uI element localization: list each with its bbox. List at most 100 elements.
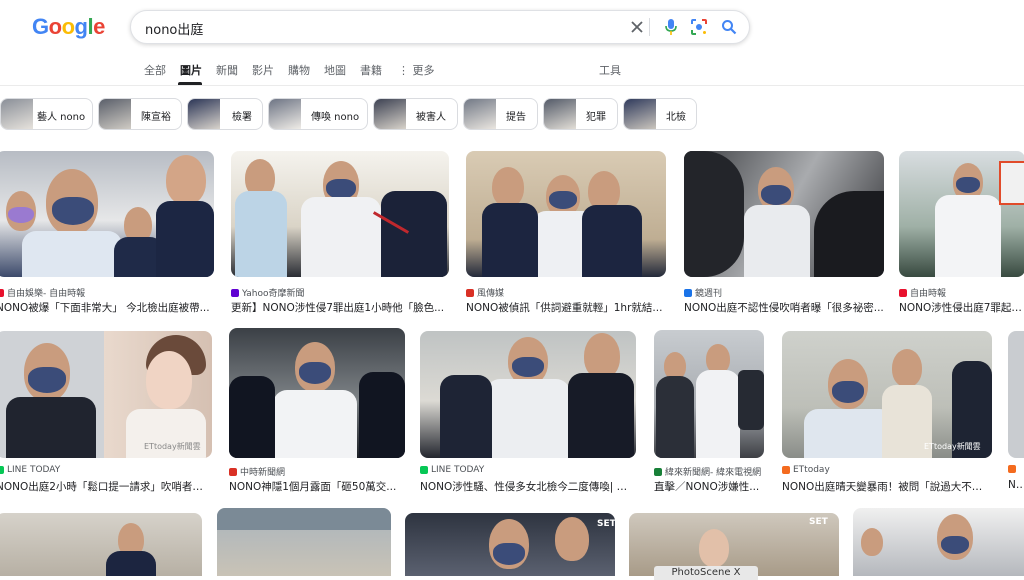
image-result[interactable]: ETtoday新聞雲 ETtoday NONO出庭晴天變暴雨！被問「說過大不大.… — [782, 331, 992, 496]
chip-sue[interactable]: 提告 — [463, 98, 538, 130]
result-source[interactable]: 自由時報 — [899, 286, 946, 299]
result-thumbnail[interactable] — [1008, 331, 1024, 458]
result-title[interactable]: NONO出庭不認性侵吹哨者曝「很多祕密... — [684, 300, 884, 315]
result-source[interactable]: LINE TODAY — [420, 465, 484, 475]
logo-letter: e — [93, 14, 105, 39]
image-result[interactable]: Yahoo奇摩新聞 更新】NONO涉性侵7罪出庭1小時他「臉色... — [231, 151, 449, 316]
result-title[interactable]: NONO出庭晴天變暴雨！被問「說過大不大... — [782, 479, 992, 494]
result-source[interactable]: Yahoo奇摩新聞 — [231, 286, 305, 299]
result-source[interactable]: ETtoday — [782, 465, 830, 475]
image-result[interactable]: LINE TODAY NONO涉性騷、性侵多女北檢今二度傳喚| 華... — [420, 331, 636, 496]
image-result[interactable]: 中時新聞網 NONO神隱1個月露面「砸50萬交... — [229, 328, 405, 496]
result-title[interactable]: NONO神隱1個月露面「砸50萬交... — [229, 479, 405, 494]
result-title[interactable]: NONO被偵訊「供詞避重就輕」1hr就結... — [466, 300, 666, 315]
image-result[interactable]: 鏡週刊 NONO出庭不認性侵吹哨者曝「很多祕密... — [684, 151, 884, 316]
camera-lens-icon[interactable] — [689, 17, 709, 37]
tab-books[interactable]: 書籍 — [360, 62, 382, 78]
chip-thumbnail — [188, 99, 220, 129]
result-title[interactable]: NONO... — [1008, 479, 1024, 491]
image-result[interactable] — [217, 508, 391, 576]
chip-thumbnail — [269, 99, 301, 129]
search-box[interactable]: nono出庭 — [130, 10, 750, 44]
result-thumbnail[interactable] — [654, 330, 764, 458]
result-source[interactable]: 風傳媒 — [466, 286, 504, 299]
result-title[interactable]: NONO涉性騷、性侵多女北檢今二度傳喚| 華... — [420, 479, 636, 494]
result-source[interactable] — [1008, 465, 1016, 473]
source-label: 自由時報 — [910, 289, 947, 299]
result-thumbnail[interactable] — [684, 151, 884, 277]
result-thumbnail[interactable]: SET — [405, 513, 615, 576]
image-result[interactable]: SET — [405, 513, 615, 576]
tools-button[interactable]: 工具 — [599, 62, 621, 78]
chip-label: 傳喚 nono — [311, 112, 360, 123]
source-label: 緯來新聞網- 緯來電視網 — [665, 468, 762, 478]
chip-label: 北檢 — [666, 112, 686, 123]
search-input[interactable]: nono出庭 — [145, 19, 203, 38]
source-favicon — [782, 466, 790, 474]
chip-chen-xuanyu[interactable]: 陳宣裕 — [98, 98, 182, 130]
result-thumbnail[interactable] — [0, 513, 202, 576]
chip-label: 犯罪 — [586, 112, 606, 123]
watermark: ETtoday新聞雲 — [144, 442, 201, 451]
tab-maps[interactable]: 地圖 — [324, 62, 346, 78]
logo-letter: o — [48, 14, 62, 39]
image-result[interactable] — [853, 508, 1024, 576]
source-label: LINE TODAY — [7, 465, 61, 475]
result-title[interactable]: 更新】NONO涉性侵7罪出庭1小時他「臉色... — [231, 300, 449, 315]
chip-artist-nono[interactable]: 藝人 nono — [0, 98, 93, 130]
chip-thumbnail — [464, 99, 496, 129]
chip-taipei-prosecutors[interactable]: 北檢 — [623, 98, 697, 130]
result-source[interactable]: LINE TODAY — [0, 465, 60, 475]
source-label: 鏡週刊 — [695, 289, 723, 299]
tab-videos[interactable]: 影片 — [252, 62, 274, 78]
result-thumbnail[interactable] — [466, 151, 666, 277]
result-thumbnail[interactable] — [899, 151, 1024, 277]
chip-crime[interactable]: 犯罪 — [543, 98, 618, 130]
result-thumbnail[interactable]: ETtoday新聞雲 — [0, 331, 212, 458]
close-icon[interactable] — [627, 17, 647, 37]
chip-summon-nono[interactable]: 傳喚 nono — [268, 98, 368, 130]
source-favicon — [654, 467, 662, 476]
image-result[interactable]: ETtoday新聞雲 LINE TODAY NONO出庭2小時「鬆口提一請求」吹… — [0, 331, 212, 496]
microphone-icon[interactable] — [661, 17, 681, 37]
result-title[interactable]: 直擊／NONO涉嫌性... — [654, 479, 764, 494]
result-source[interactable]: 自由娛樂- 自由時報 — [0, 286, 85, 299]
result-source[interactable]: 緯來新聞網- 緯來電視網 — [654, 465, 761, 478]
result-thumbnail[interactable] — [231, 151, 449, 277]
image-result[interactable]: 自由娛樂- 自由時報 NONO被爆「下面非常大」 今北檢出庭被帶... — [0, 151, 214, 316]
logo-letter: g — [74, 14, 88, 39]
result-thumbnail[interactable] — [420, 331, 636, 458]
result-source[interactable]: 鏡週刊 — [684, 286, 722, 299]
image-result[interactable]: 風傳媒 NONO被偵訊「供詞避重就輕」1hr就結... — [466, 151, 666, 316]
image-result[interactable] — [0, 513, 202, 576]
result-thumbnail[interactable] — [853, 508, 1024, 576]
tab-more[interactable]: ⋮ 更多 — [398, 62, 435, 78]
result-thumbnail[interactable] — [0, 151, 214, 277]
photoscene-overlay[interactable]: PhotoScene X — [654, 566, 758, 580]
tab-shopping[interactable]: 購物 — [288, 62, 310, 78]
source-favicon — [684, 288, 692, 297]
tab-all[interactable]: 全部 — [144, 62, 166, 78]
source-label: Yahoo奇摩新聞 — [242, 289, 305, 299]
result-title[interactable]: NONO涉性侵出庭7罪起訴... — [899, 300, 1024, 315]
result-title[interactable]: NONO出庭2小時「鬆口提一請求」吹哨者怒... — [0, 479, 212, 494]
result-thumbnail[interactable] — [229, 328, 405, 458]
chip-thumbnail — [99, 99, 131, 129]
image-result[interactable]: NONO... — [1008, 331, 1024, 496]
chip-prosecutors-office[interactable]: 檢署 — [187, 98, 263, 130]
tab-news[interactable]: 新聞 — [216, 62, 238, 78]
source-favicon — [229, 467, 237, 476]
search-icon[interactable] — [719, 17, 739, 37]
result-thumbnail[interactable]: ETtoday新聞雲 — [782, 331, 992, 458]
result-title[interactable]: NONO被爆「下面非常大」 今北檢出庭被帶... — [0, 300, 214, 315]
tab-images[interactable]: 圖片 — [180, 62, 202, 78]
source-label: ETtoday — [793, 465, 830, 475]
google-logo[interactable]: Google — [32, 14, 105, 40]
source-favicon — [0, 466, 4, 474]
source-favicon — [0, 288, 4, 297]
image-result[interactable]: 緯來新聞網- 緯來電視網 直擊／NONO涉嫌性... — [654, 330, 764, 496]
chip-victim[interactable]: 被害人 — [373, 98, 458, 130]
image-result[interactable]: 自由時報 NONO涉性侵出庭7罪起訴... — [899, 151, 1024, 316]
result-thumbnail[interactable] — [217, 508, 391, 576]
result-source[interactable]: 中時新聞網 — [229, 465, 285, 478]
